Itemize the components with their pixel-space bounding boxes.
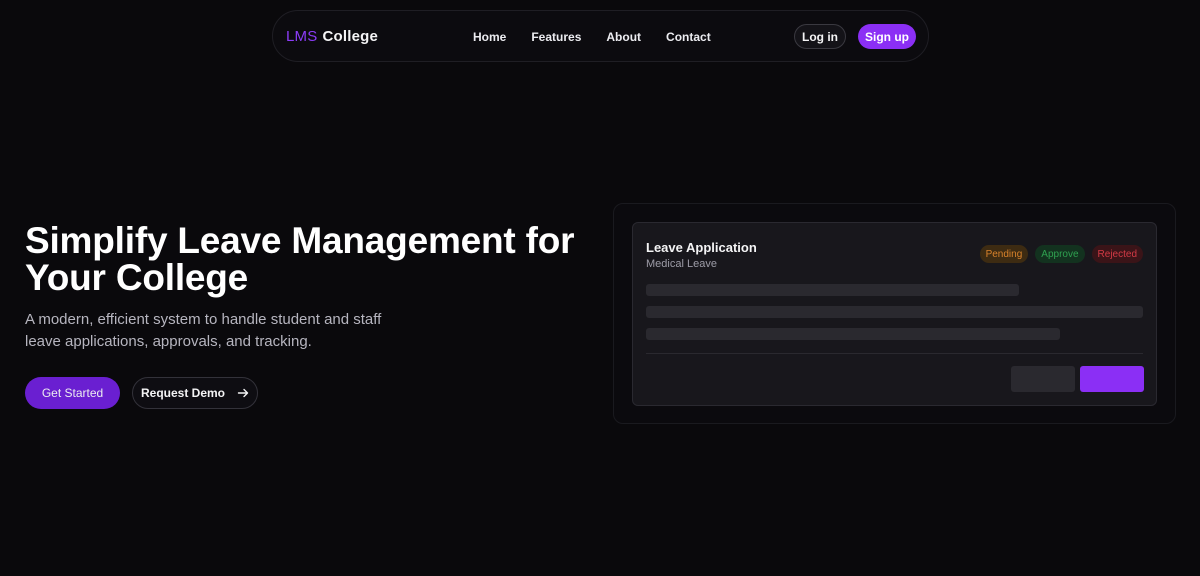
brand-name: College <box>322 28 379 45</box>
nav-link-contact[interactable]: Contact <box>666 30 711 44</box>
status-badge-approve: Approve <box>1035 245 1085 263</box>
request-demo-label: Request Demo <box>140 386 226 400</box>
top-navbar: LMS College Home Features About Contact L… <box>272 10 929 62</box>
hero-title: Simplify Leave Management for Your Colle… <box>25 220 575 298</box>
arrow-right-icon <box>237 388 249 398</box>
nav-links: Home Features About Contact <box>473 30 711 44</box>
status-badge-rejected: Rejected <box>1091 245 1143 263</box>
card-divider <box>646 353 1143 354</box>
status-badges: Pending Approve Rejected <box>979 245 1143 263</box>
skeleton-line <box>646 328 1060 340</box>
signup-button[interactable]: Sign up <box>858 24 916 49</box>
brand-prefix: LMS <box>286 28 318 45</box>
status-badge-pending: Pending <box>979 245 1029 263</box>
placeholder-secondary-button <box>1011 366 1075 392</box>
leave-application-preview-card: Leave Application Medical Leave Pending … <box>632 222 1157 406</box>
request-demo-button[interactable]: Request Demo <box>132 377 258 409</box>
card-title: Leave Application <box>646 240 757 255</box>
brand-logo[interactable]: LMS College <box>286 28 378 45</box>
nav-link-features[interactable]: Features <box>531 30 581 44</box>
login-button[interactable]: Log in <box>794 24 846 49</box>
hero-subtitle: A modern, efficient system to handle stu… <box>25 311 382 350</box>
skeleton-line <box>646 284 1019 296</box>
skeleton-line <box>646 306 1143 318</box>
card-subtitle: Medical Leave <box>646 258 717 270</box>
landing-page: LMS College Home Features About Contact L… <box>0 0 1200 576</box>
get-started-button[interactable]: Get Started <box>25 377 120 409</box>
placeholder-primary-button <box>1080 366 1144 392</box>
nav-link-about[interactable]: About <box>606 30 641 44</box>
nav-link-home[interactable]: Home <box>473 30 506 44</box>
